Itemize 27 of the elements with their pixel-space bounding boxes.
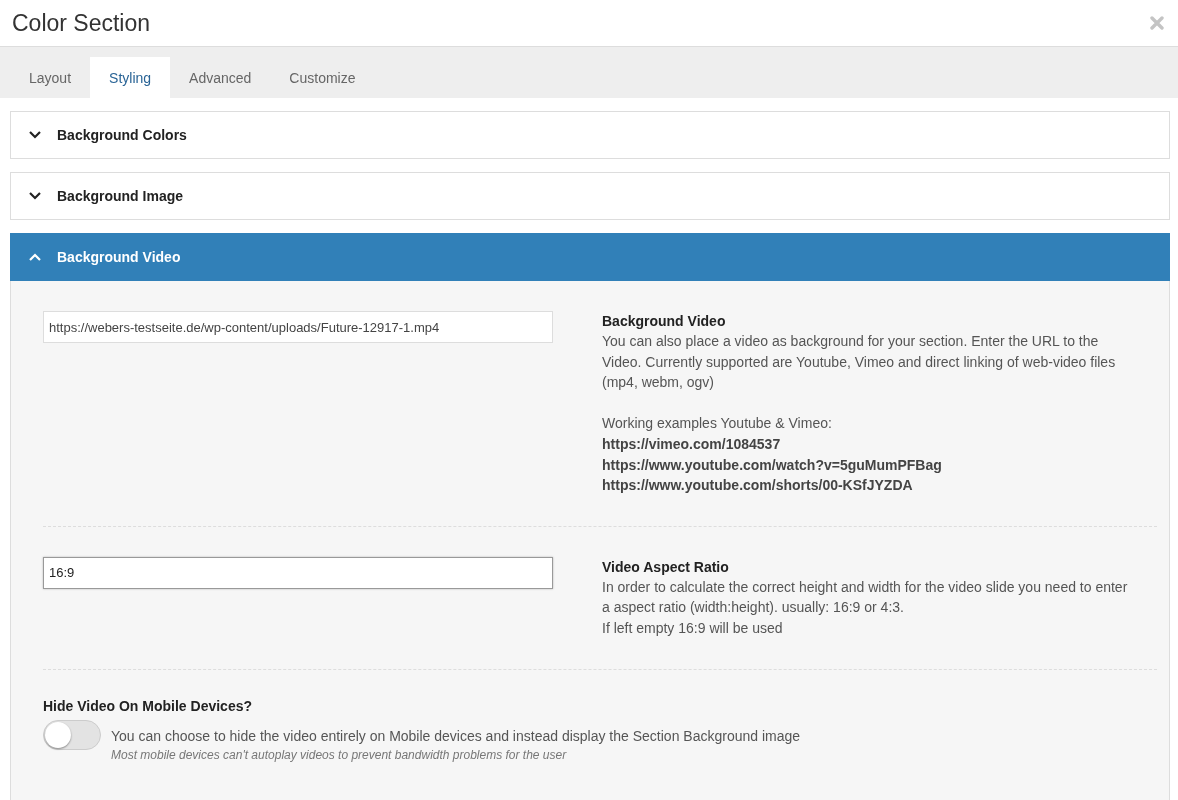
toggle-switch[interactable] (43, 719, 101, 750)
tab[interactable]: Customize (270, 57, 375, 98)
accordion-header[interactable]: Background Image (10, 172, 1170, 220)
setting-description: You can choose to hide the video entirely on Mobile devices and instead display the Section Background image (111, 726, 801, 746)
window-title: Color Section (12, 9, 151, 37)
accordion-header[interactable]: Background Video (10, 233, 1170, 281)
chevron-down-icon (29, 131, 41, 139)
example-url: https://www.youtube.com/shorts/00-KSfJYZDA (602, 476, 914, 496)
text-field[interactable]: https://webers-testseite.de/wp-content/uploads/Future-12917-1.mp4 (43, 311, 553, 343)
setting-description: If left empty 16:9 will be used (602, 618, 784, 638)
setting-label: Video Aspect Ratio (602, 557, 730, 577)
setting-label: Background Video (602, 312, 727, 331)
chevron-down-icon (29, 192, 41, 200)
setting-label: Hide Video On Mobile Devices? (43, 696, 253, 716)
close-icon[interactable] (1150, 16, 1164, 30)
text-field[interactable]: 16:9 (43, 556, 553, 589)
setting-description: In order to calculate the correct height and width for the video slide you need to enter a aspect ratio (width:height). usually: 16:9 or 4:3. (602, 577, 1129, 618)
accordion-header[interactable]: Background Colors (10, 111, 1170, 159)
examples-heading: Working examples Youtube & Vimeo: (602, 414, 833, 434)
setting-description: You can also place a video as background for your section. Enter the URL to the Video. Currently supported are Youtube, Vimeo and direct linking of web-video files (mp4, webm, ogv) (602, 332, 1117, 393)
setting-note: Most mobile devices can't autoplay videos to prevent bandwidth problems for the user (111, 748, 568, 763)
tab[interactable]: Styling (90, 57, 171, 98)
tab[interactable]: Advanced (170, 57, 271, 98)
tab[interactable]: Layout (10, 57, 91, 98)
example-url: https://www.youtube.com/watch?v=5guMumPFBag (602, 455, 943, 475)
example-url: https://vimeo.com/1084537 (602, 434, 782, 454)
chevron-up-icon (29, 253, 41, 261)
